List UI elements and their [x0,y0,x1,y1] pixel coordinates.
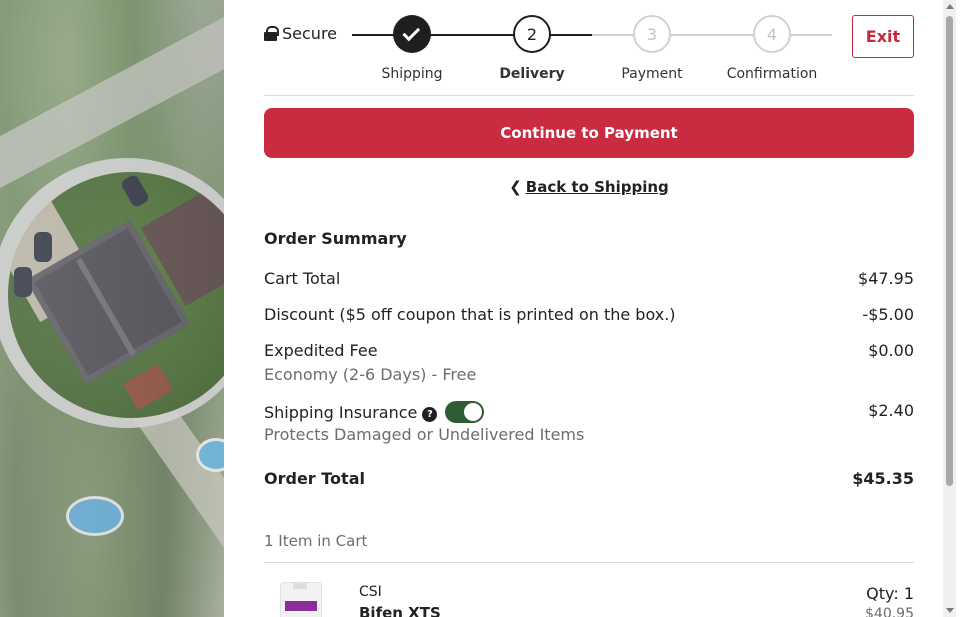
step-confirmation: 4 Confirmation [712,14,832,82]
order-total-value: $45.35 [852,469,914,488]
back-link-label: Back to Shipping [525,178,669,196]
product-quantity: Qty: 1 [866,584,914,603]
product-price: $40.95 [865,606,914,617]
order-total-label: Order Total [264,469,365,488]
scrollbar-thumb[interactable] [946,16,953,486]
checkout-stepper: Shipping 2 Delivery 3 Payment 4 Confirma… [352,14,832,84]
step-number: 4 [753,15,791,53]
secure-indicator: Secure [264,24,337,43]
product-name[interactable]: Bifen XTS [359,604,441,617]
scroll-up-icon[interactable] [946,4,954,9]
checkout-header: Secure Shipping 2 Delivery 3 Payment 4 C… [264,0,914,96]
scroll-down-icon[interactable] [946,608,954,613]
step-label: Payment [621,66,683,82]
step-complete-icon [393,15,431,53]
cart-total-value: $47.95 [858,269,914,288]
question-mark-icon[interactable]: ? [422,407,438,422]
expedited-fee-value: $0.00 [868,341,914,360]
checkout-panel: Secure Shipping 2 Delivery 3 Payment 4 C… [224,0,956,617]
shipping-insurance-label: Shipping Insurance [264,403,418,422]
check-icon [402,23,421,41]
step-label: Shipping [381,66,443,82]
secure-label: Secure [282,24,338,43]
shipping-method-label: Economy (2-6 Days) - Free [264,365,477,384]
step-number: 2 [513,15,551,53]
shipping-insurance-label-group: Shipping Insurance? [264,401,485,423]
discount-value: -$5.00 [862,305,914,324]
step-label: Delivery [499,66,565,82]
aerial-background-image [0,0,224,617]
divider [264,562,914,563]
expedited-fee-label: Expedited Fee [264,341,378,360]
step-label: Confirmation [726,66,818,82]
vertical-scrollbar[interactable] [943,0,956,617]
step-payment: 3 Payment [592,14,712,82]
discount-label: Discount ($5 off coupon that is printed … [264,305,676,324]
back-to-shipping-link[interactable]: ❮ Back to Shipping [264,178,914,196]
step-delivery: 2 Delivery [472,14,592,82]
product-image [280,582,322,617]
exit-button[interactable]: Exit [852,15,914,58]
cart-item-count: 1 Item in Cart [264,532,368,550]
toggle-knob [464,403,483,421]
continue-to-payment-button[interactable]: Continue to Payment [264,108,914,158]
order-summary-title: Order Summary [264,229,407,248]
shipping-insurance-value: $2.40 [868,401,914,420]
chevron-left-icon: ❮ [509,178,522,196]
shipping-insurance-toggle[interactable] [445,401,485,423]
product-brand: CSI [359,584,382,600]
step-shipping[interactable]: Shipping [352,14,472,82]
shipping-insurance-description: Protects Damaged or Undelivered Items [264,425,585,444]
step-number: 3 [633,15,671,53]
cart-total-label: Cart Total [264,269,341,288]
lock-icon [264,26,279,41]
